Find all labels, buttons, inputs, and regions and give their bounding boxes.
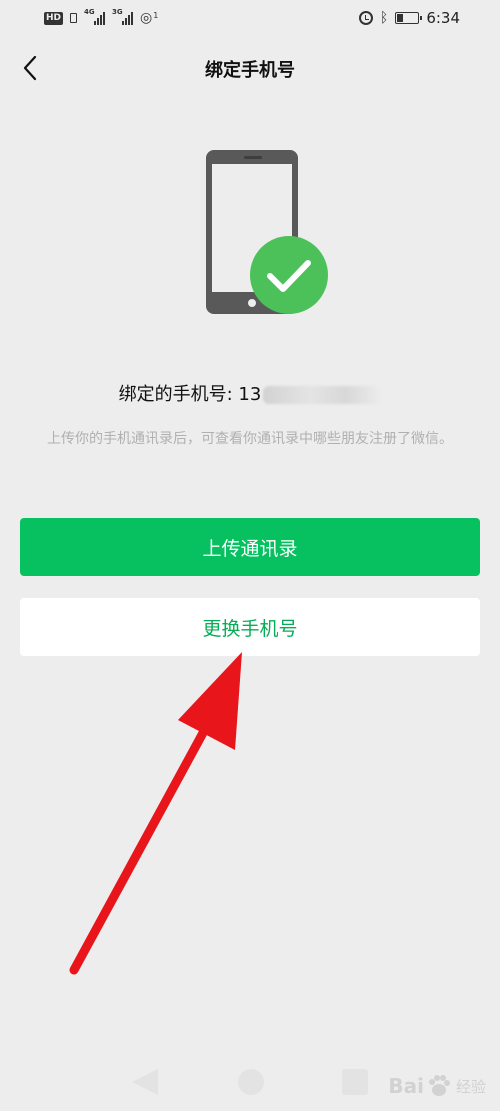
check-circle-icon	[250, 236, 328, 314]
signal-3g-icon: 3G	[112, 8, 134, 25]
battery-icon	[395, 12, 423, 24]
upload-contacts-button[interactable]: 上传通讯录	[20, 518, 480, 576]
status-left: HD 4G 3G ◎ 1	[44, 8, 159, 26]
nav-bar: 绑定手机号	[0, 44, 500, 92]
hd-badge: HD	[44, 11, 64, 25]
phone-illustration	[200, 146, 332, 318]
baidu-watermark: Bai 经验	[388, 1073, 486, 1099]
bluetooth-icon: ᛒ	[379, 10, 389, 26]
system-nav-bar: Bai 经验	[0, 1051, 500, 1111]
watermark-brand: Bai	[388, 1074, 424, 1098]
bound-phone-line: 绑定的手机号: 13	[0, 380, 500, 406]
alarm-icon	[358, 11, 373, 25]
red-arrow-icon	[69, 652, 242, 975]
signal-4g-label: 4G	[84, 8, 95, 16]
system-home-icon[interactable]	[238, 1069, 264, 1095]
baidu-paw-icon	[428, 1075, 450, 1096]
upload-description: 上传你的手机通讯录后，可查看你通讯录中哪些朋友注册了微信。	[47, 431, 453, 447]
status-time: 6:34	[426, 9, 460, 27]
page-title: 绑定手机号	[205, 60, 295, 81]
sim-card-icon	[70, 13, 78, 23]
watermark-tail: 经验	[455, 1077, 486, 1096]
hotspot-icon: ◎	[140, 10, 153, 26]
signal-4g-icon: 4G	[84, 8, 106, 25]
bound-phone-label: 绑定的手机号: 13	[118, 384, 262, 405]
status-bar: HD 4G 3G ◎ 1 ᛒ 6:34	[0, 0, 500, 36]
hotspot-count: 1	[153, 10, 159, 20]
status-right: ᛒ 6:34	[358, 9, 460, 27]
system-back-icon[interactable]	[132, 1069, 158, 1095]
masked-phone-number	[263, 386, 382, 404]
signal-3g-label: 3G	[112, 8, 123, 16]
system-recent-icon[interactable]	[342, 1069, 368, 1095]
